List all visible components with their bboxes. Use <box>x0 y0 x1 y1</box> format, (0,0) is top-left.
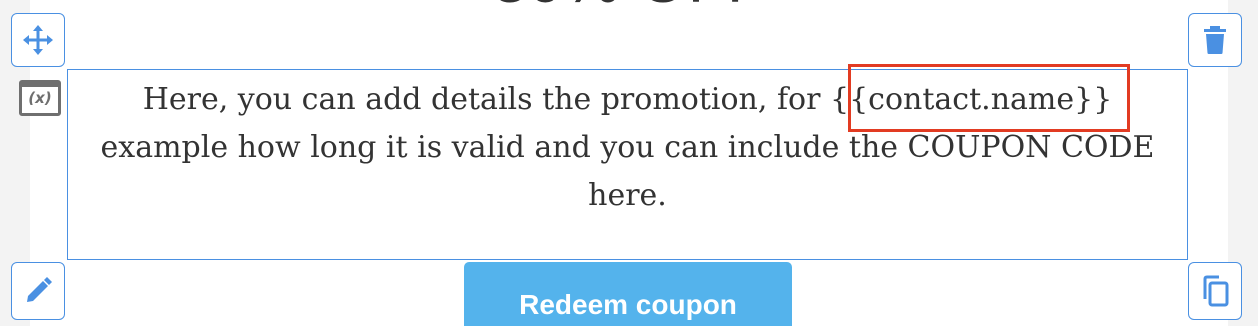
promo-headline: 30% OFF <box>30 0 1228 12</box>
duplicate-button[interactable] <box>1188 262 1242 320</box>
text-line-1-start: Here, you can add details the promotion,… <box>142 82 830 117</box>
email-editor-canvas: 30% OFF Here, you can add details the pr… <box>0 0 1258 326</box>
text-line-3: here. <box>588 178 667 213</box>
delete-button[interactable] <box>1188 13 1242 67</box>
edit-button[interactable] <box>11 262 65 320</box>
pencil-icon <box>27 277 52 302</box>
redeem-coupon-button[interactable]: Redeem coupon <box>464 262 792 326</box>
copy-icon <box>1203 275 1229 307</box>
move-icon <box>23 25 53 55</box>
variable-icon[interactable]: (x) <box>19 80 61 116</box>
placeholder-highlight-box <box>848 64 1130 132</box>
move-button[interactable] <box>11 13 65 67</box>
trash-icon <box>1204 26 1226 54</box>
